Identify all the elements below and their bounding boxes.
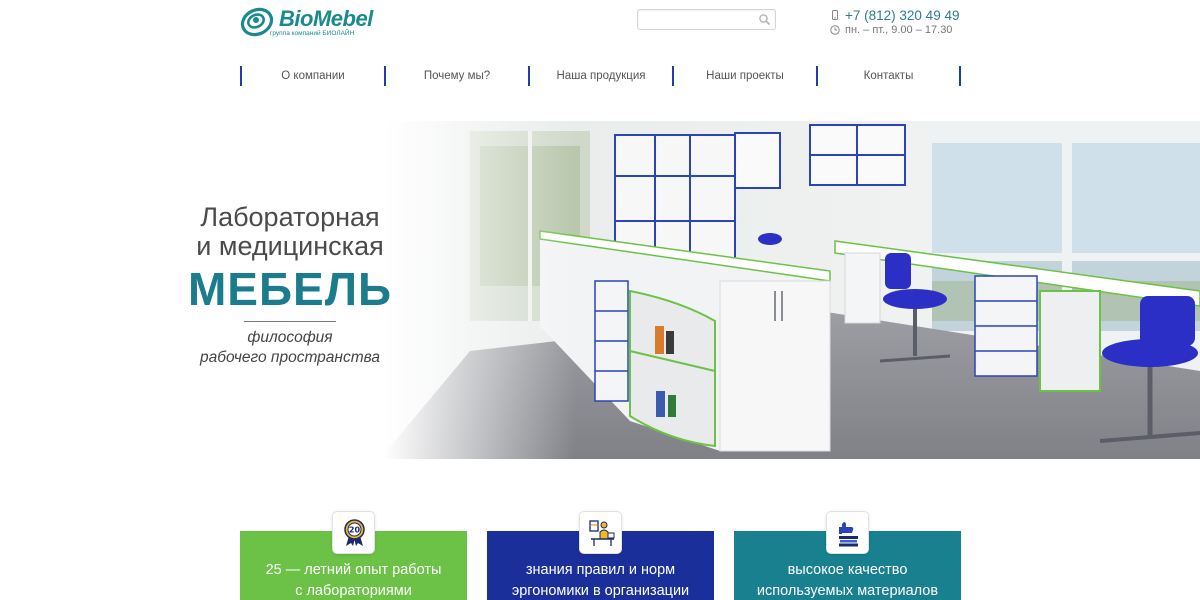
quality-stack-icon	[839, 522, 858, 547]
nav-item-products[interactable]: Наша продукция	[530, 66, 672, 86]
hero-title: МЕБЕЛЬ	[187, 263, 393, 315]
biomebel-logo-icon	[240, 7, 274, 37]
svg-text:20: 20	[349, 526, 361, 535]
hero-line-2: и медицинская	[196, 231, 384, 261]
working-hours: пн. – пт., 9.00 – 17.30	[845, 24, 953, 36]
feature-text-line-2: используемых материалов	[756, 583, 939, 599]
hero-divider	[244, 321, 336, 322]
logo-tagline: группа компаний БИОЛАЙН	[270, 30, 355, 37]
hero-line-1: Лабораторная	[200, 202, 380, 232]
feature-badge	[826, 511, 869, 554]
feature-text-line-1: знания правил и норм	[525, 562, 676, 578]
hero-banner: Лабораторная и медицинская МЕБЕЛЬ филосо…	[0, 121, 1200, 459]
search-box	[637, 9, 776, 30]
nav-item-projects[interactable]: Наши проекты	[674, 66, 816, 86]
feature-text-line-1: 25 — летний опыт работы	[265, 562, 442, 578]
clock-icon	[830, 25, 840, 35]
logo-text: BioMebel	[279, 6, 373, 31]
feature-text-line-2: эргономики в организации	[511, 583, 690, 599]
nav-item-why-us[interactable]: Почему мы?	[386, 66, 528, 86]
hero-heading-block: Лабораторная и медицинская МЕБЕЛЬ филосо…	[160, 203, 420, 368]
phone-number[interactable]: +7 (812) 320 49 49	[845, 8, 959, 23]
mobile-phone-icon	[832, 10, 838, 20]
search-input[interactable]	[638, 10, 756, 30]
feature-text-line-2: с лабораториями	[295, 583, 412, 599]
nav-separator	[959, 66, 961, 86]
feature-text-line-1: высокое качество	[787, 562, 908, 578]
logo[interactable]: BioMebel группа компаний БИОЛАЙН	[240, 4, 390, 40]
nav-item-about[interactable]: О компании	[242, 66, 384, 86]
medal-20-icon: 20	[344, 519, 365, 546]
nav-item-contacts[interactable]: Контакты	[818, 66, 959, 86]
header-contacts: +7 (812) 320 49 49 пн. – пт., 9.00 – 17.…	[830, 7, 970, 37]
feature-badge	[579, 511, 622, 554]
hero-subtitle-1: философия	[247, 329, 333, 346]
feature-badge: 20	[332, 511, 375, 554]
hero-subtitle-2: рабочего пространства	[200, 349, 380, 366]
search-icon[interactable]	[758, 13, 771, 26]
workspace-ergonomics-icon	[589, 520, 615, 546]
main-nav: О компании Почему мы? Наша продукция Наш…	[240, 66, 961, 86]
